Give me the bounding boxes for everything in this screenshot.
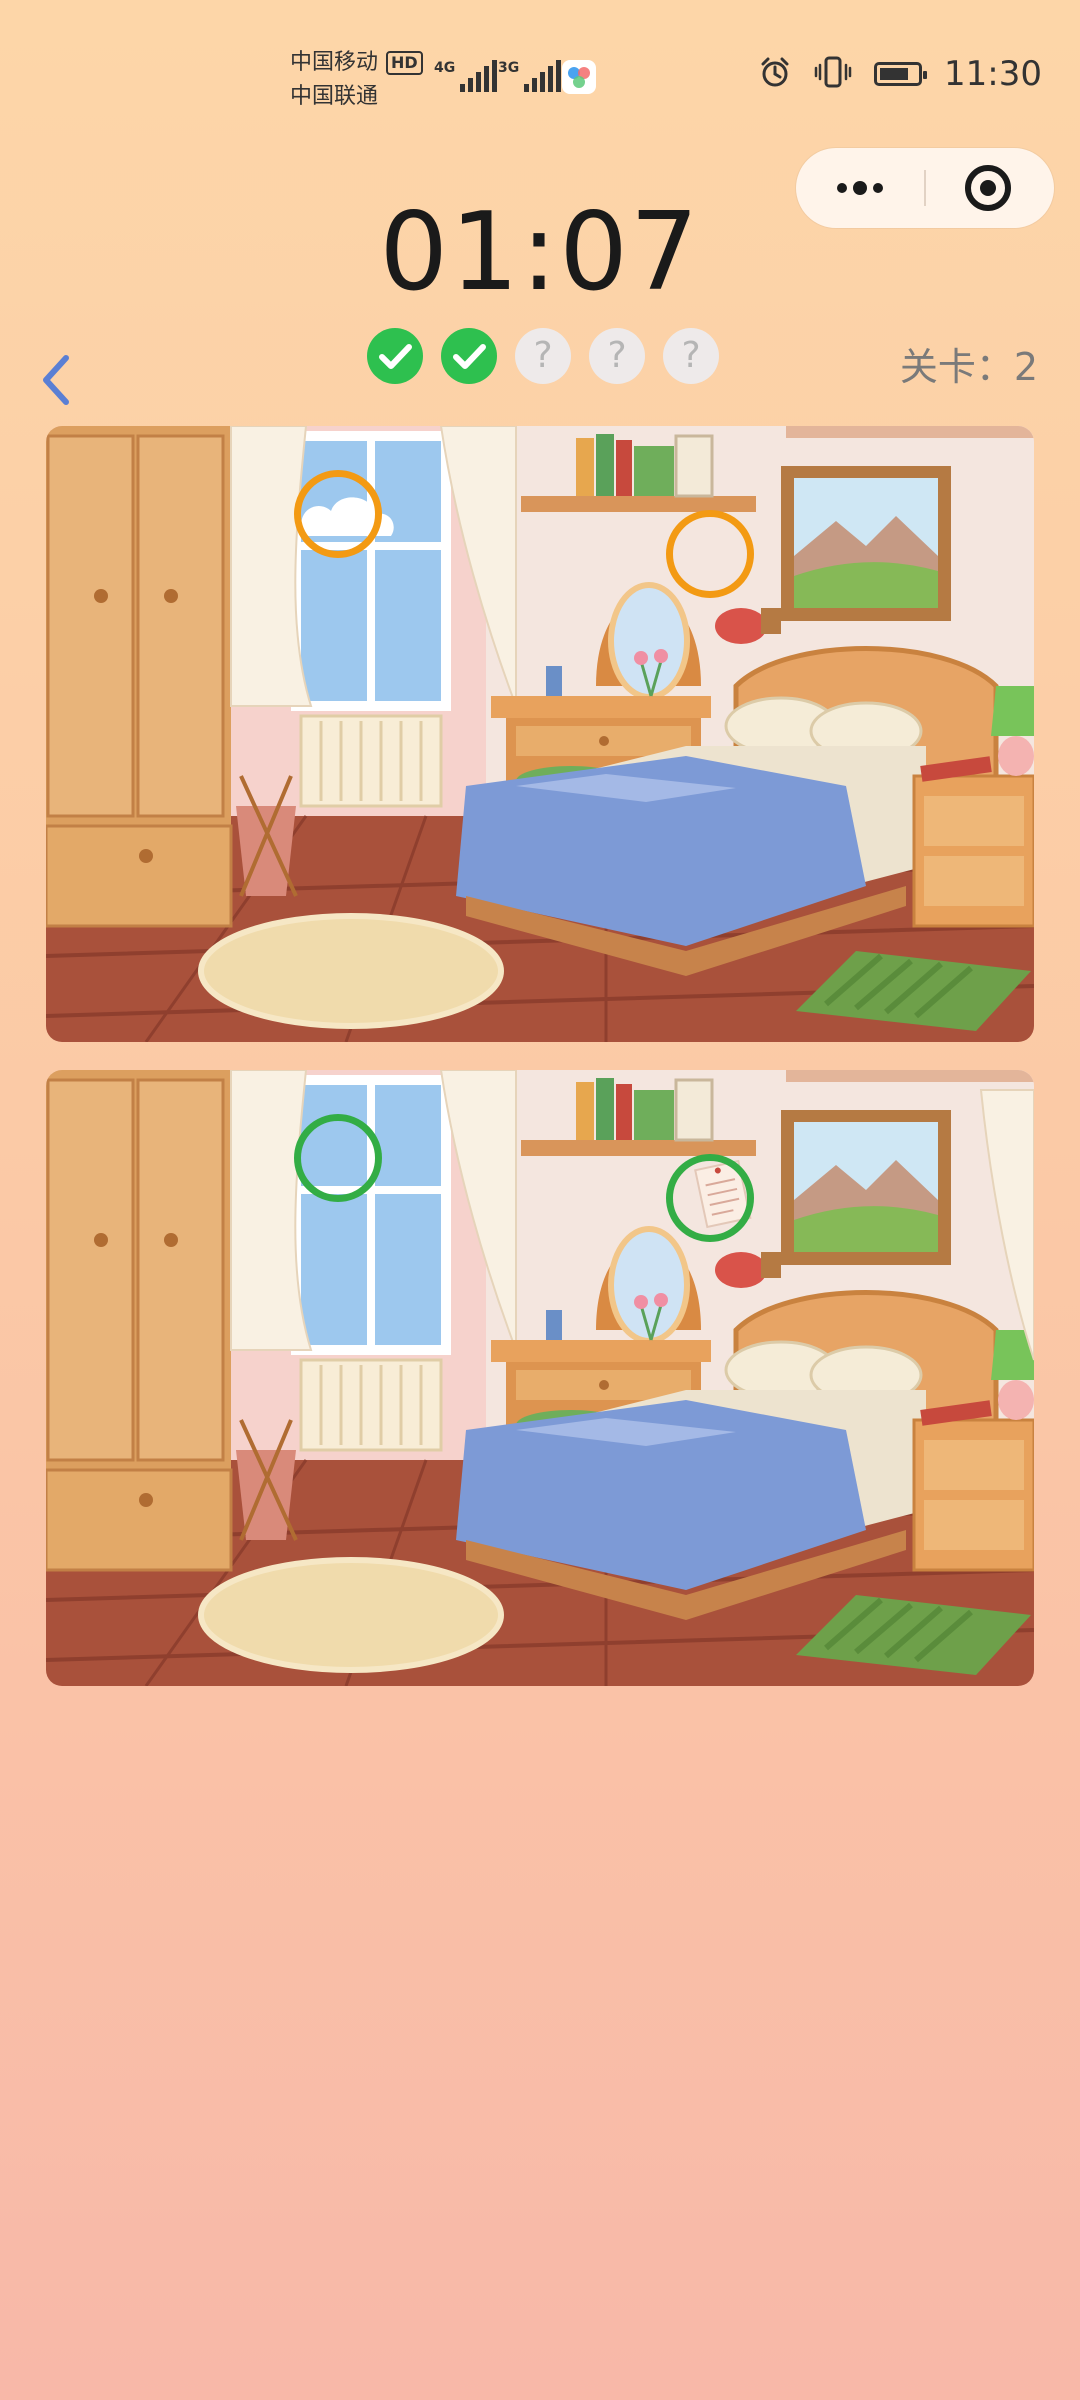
top-scene-image[interactable] <box>46 426 1034 1042</box>
difference-marker <box>666 1154 754 1242</box>
pending-indicator: ? <box>663 328 719 384</box>
vibrate-icon <box>814 55 852 93</box>
pending-indicator: ? <box>515 328 571 384</box>
check-icon <box>379 344 412 369</box>
carrier-1: 中国移动 <box>290 50 379 75</box>
bottom-scene-image[interactable] <box>46 1070 1034 1686</box>
battery-icon <box>874 62 928 86</box>
mini-app-icon <box>562 60 596 94</box>
signal-3g-icon: 3G <box>498 60 562 92</box>
carrier-2: 中国联通 <box>290 84 379 109</box>
level-label: 关卡：2 <box>899 345 1038 389</box>
alarm-icon <box>758 55 792 93</box>
hd-badge: HD <box>386 51 423 75</box>
difference-marker <box>294 1114 382 1202</box>
pending-indicator: ? <box>589 328 645 384</box>
check-icon <box>453 344 486 369</box>
difference-progress: ? ? ? <box>367 328 719 384</box>
chevron-left-icon <box>43 355 69 405</box>
signal-4g-icon: 4G <box>434 60 498 92</box>
countdown-timer: 01:07 <box>379 190 701 315</box>
clock: 11:30 <box>944 54 1042 94</box>
found-indicator <box>441 328 497 384</box>
bedroom-illustration <box>46 426 1034 1042</box>
carrier-info: 中国移动 HD 中国联通 <box>290 46 423 114</box>
found-indicator <box>367 328 423 384</box>
back-button[interactable] <box>36 352 76 408</box>
status-bar: 中国移动 HD 中国联通 4G 3G 11:30 <box>0 0 1080 120</box>
bedroom-illustration <box>46 1070 1034 1686</box>
difference-marker <box>294 470 382 558</box>
difference-marker <box>666 510 754 598</box>
